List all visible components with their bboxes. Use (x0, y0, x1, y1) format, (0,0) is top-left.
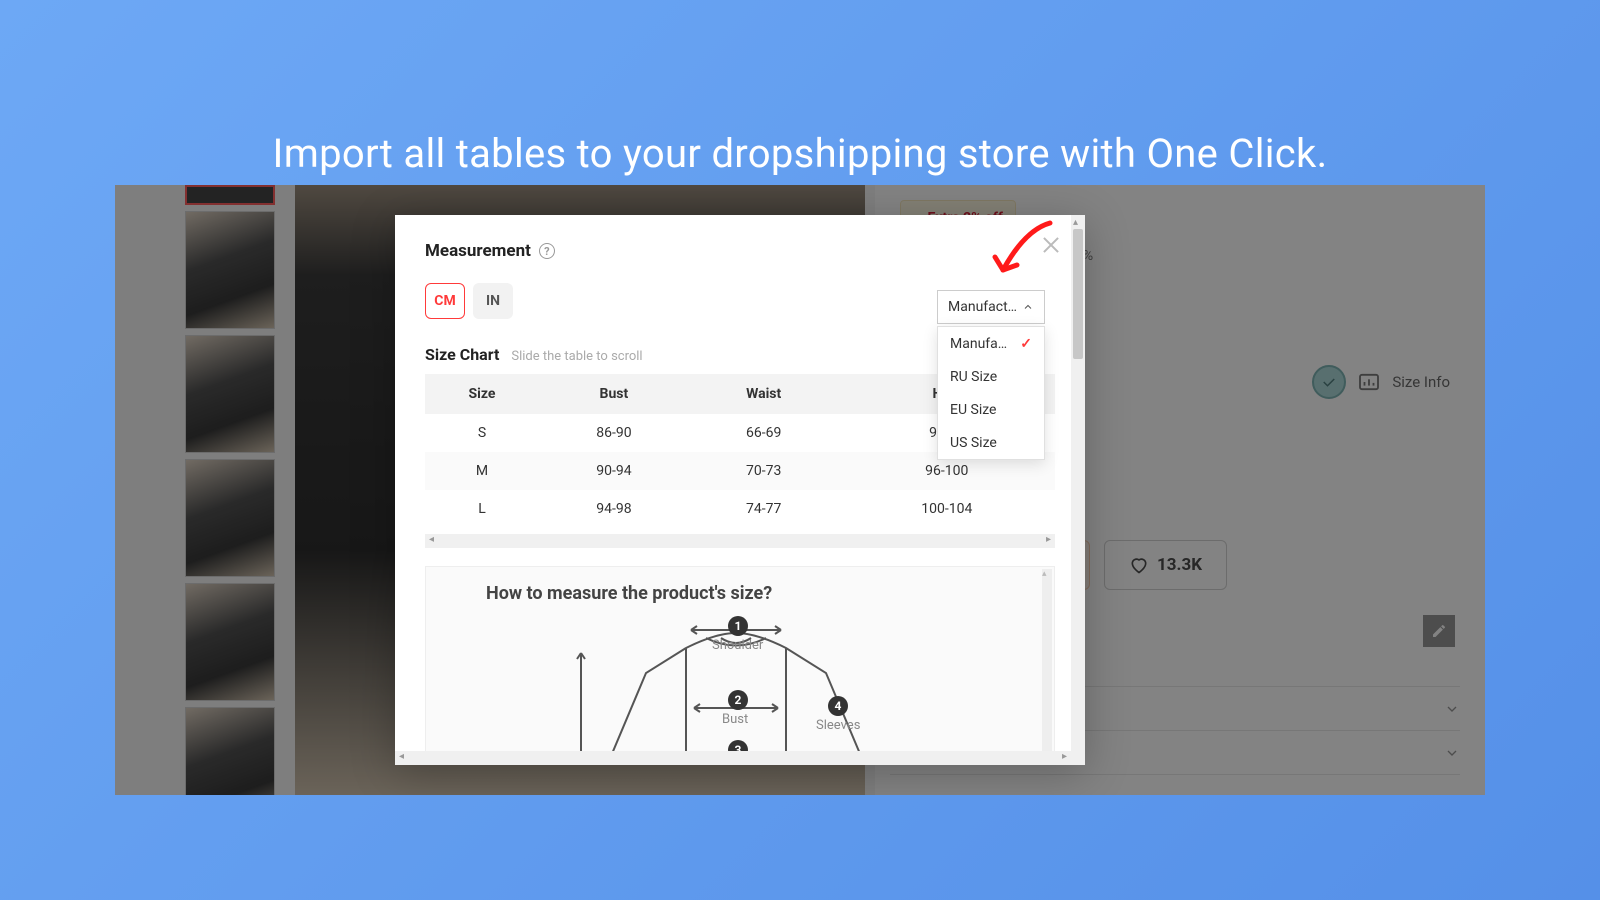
dropdown-option[interactable]: EU Size (938, 393, 1044, 426)
close-button[interactable] (1039, 233, 1063, 257)
table-horizontal-scrollbar[interactable] (425, 534, 1055, 548)
chevron-up-icon (1022, 301, 1034, 313)
dropdown-option[interactable]: RU Size (938, 360, 1044, 393)
screenshot-frame: Extra 2% off 0% Size Info Add to Cart 13… (115, 185, 1485, 795)
help-icon[interactable]: ? (539, 243, 555, 259)
howto-title: How to measure the product's size? (486, 583, 1034, 604)
unit-cm-tab[interactable]: CM (425, 283, 465, 319)
size-system-dropdown[interactable]: Manufact… Manufa…✓ RU Size EU Size US Si… (937, 290, 1045, 460)
dropdown-button[interactable]: Manufact… (937, 290, 1045, 324)
headline: Import all tables to your dropshipping s… (0, 0, 1600, 177)
size-chart-heading: Size Chart (425, 345, 499, 364)
scroll-hint: Slide the table to scroll (511, 349, 642, 364)
col-header: Waist (689, 374, 839, 414)
howto-vertical-scrollbar[interactable] (1042, 569, 1052, 765)
modal-horizontal-scrollbar[interactable] (395, 751, 1071, 765)
col-header: Bust (539, 374, 689, 414)
unit-in-tab[interactable]: IN (473, 283, 513, 319)
check-icon: ✓ (1020, 336, 1032, 352)
table-row: L94-9874-77100-104 (425, 490, 1055, 528)
dropdown-menu: Manufa…✓ RU Size EU Size US Size (937, 326, 1045, 460)
dropdown-option[interactable]: Manufa…✓ (938, 327, 1044, 360)
howto-panel: How to measure the product's size? (425, 566, 1055, 765)
modal-vertical-scrollbar[interactable] (1071, 215, 1085, 765)
modal-title: Measurement ? (425, 241, 1055, 261)
dropdown-option[interactable]: US Size (938, 426, 1044, 459)
dropdown-selected: Manufact… (948, 299, 1017, 315)
measurement-diagram: 1 Shoulder 2 Bust 3 Waist 4 Sleeves (566, 618, 906, 765)
measurement-modal: Measurement ? CM IN Manufact… Manufa…✓ R… (395, 215, 1085, 765)
col-header: Size (425, 374, 539, 414)
